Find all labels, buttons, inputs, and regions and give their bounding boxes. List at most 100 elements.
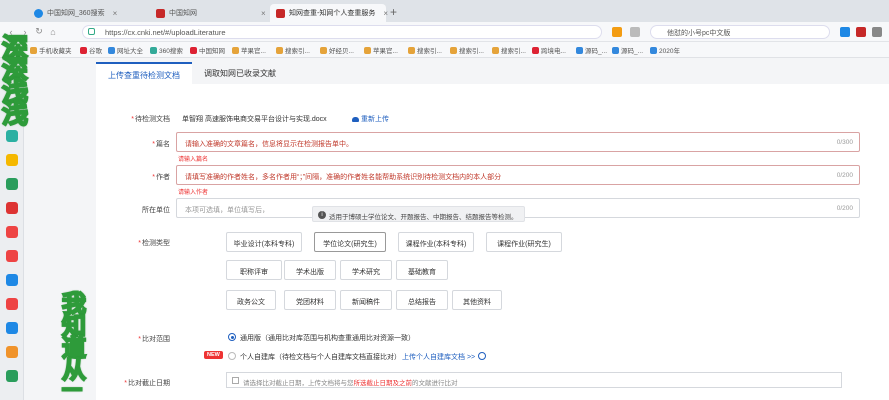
browser-tab-active[interactable]: 知网查重-知网个人查重服务 ×: [270, 4, 388, 22]
sidebar-app-icon[interactable]: [6, 226, 18, 238]
folder-icon: [30, 46, 37, 54]
title-input[interactable]: 请输入准确的文章篇名，信息将显示在检测报告单中。 0/300: [176, 132, 860, 152]
extension-icon[interactable]: [840, 27, 850, 37]
new-tab-button[interactable]: +: [390, 5, 397, 19]
cnki-icon: [156, 8, 165, 18]
star-icon[interactable]: [6, 154, 18, 166]
sidebar-app-icon[interactable]: [6, 346, 18, 358]
type-option[interactable]: 职称评审: [226, 260, 282, 280]
title-char-count: 0/300: [836, 139, 853, 146]
type-option[interactable]: 学术出版: [284, 260, 336, 280]
type-option[interactable]: 毕业设计(本科专科): [226, 232, 302, 252]
search-input[interactable]: 他怼的小号pc中文版: [650, 25, 830, 39]
date-input[interactable]: 请选择比对截止日期，上传文档将与您所选截止日期及之前的文献进行比对: [226, 372, 842, 388]
sidebar-app-icon[interactable]: [6, 322, 18, 334]
site-icon: [492, 46, 499, 54]
type-option-selected[interactable]: 学位论文(研究生): [314, 232, 386, 252]
bookmark[interactable]: 中国知网: [190, 45, 225, 55]
menu-icon[interactable]: [872, 27, 882, 37]
browser-tab[interactable]: 中国知网 ×: [150, 4, 272, 22]
360-icon: [34, 8, 43, 18]
close-icon[interactable]: ×: [261, 9, 266, 18]
type-option[interactable]: 党团材料: [284, 290, 336, 310]
close-icon[interactable]: ×: [113, 9, 118, 18]
cnki-icon: [190, 46, 197, 54]
bookmark[interactable]: 搜索引...: [450, 45, 484, 55]
bookmark[interactable]: 谷歌: [80, 45, 102, 55]
bookmark[interactable]: 源码_...: [612, 45, 643, 55]
site-icon: [364, 46, 371, 54]
site-icon: [408, 46, 415, 54]
bookmark[interactable]: 苹果官...: [364, 45, 398, 55]
bookmarks-bar: 手机收藏夹 谷歌 网址大全 360搜索 中国知网 苹果官... 搜索引... 好…: [0, 42, 889, 58]
bookmark[interactable]: 搜索引...: [276, 45, 310, 55]
site-icon: [576, 46, 583, 54]
bookmark[interactable]: 360搜索: [150, 45, 183, 55]
page-content: 上传查重待检测文档 调取知网已收录文献 *待检测文档 单智翔 高速服饰电商交易平…: [24, 58, 889, 400]
url-field[interactable]: https://cx.cnki.net/#/uploadLiterature: [82, 25, 602, 39]
browser-tab-bar: 中国知网_360搜索 × 中国知网 × 知网查重-知网个人查重服务 × +: [0, 0, 889, 22]
upload-tabs: 上传查重待检测文档 调取知网已收录文献: [96, 62, 288, 84]
site-icon: [650, 46, 657, 54]
author-error: 请输入作者: [178, 190, 209, 196]
cnki-icon: [276, 8, 285, 18]
new-badge: NEW: [204, 351, 223, 359]
type-option[interactable]: 学术研究: [340, 260, 392, 280]
unit-label: 所在单位: [142, 207, 170, 214]
reupload-button[interactable]: 重新上传: [352, 114, 389, 124]
image-icon[interactable]: [6, 178, 18, 190]
title-label: *篇名: [152, 141, 170, 148]
lightning-icon[interactable]: [612, 27, 622, 37]
bookmark[interactable]: 手机收藏夹: [30, 45, 72, 55]
extension-icon[interactable]: [856, 27, 866, 37]
unit-char-count: 0/200: [836, 205, 853, 212]
type-option[interactable]: 其他资料: [452, 290, 502, 310]
site-icon: [450, 46, 457, 54]
close-icon[interactable]: ×: [383, 9, 388, 18]
type-option[interactable]: 课程作业(研究生): [486, 232, 562, 252]
title-error: 请输入篇名: [178, 157, 209, 163]
lock-icon: [88, 28, 95, 35]
cloud-upload-icon: [352, 116, 359, 122]
help-icon[interactable]: [478, 352, 486, 360]
author-input[interactable]: 请填写准确的作者姓名，多名作者用“；”间隔，准确的作者姓名能帮助系统识别待检测文…: [176, 165, 860, 185]
sidebar-app-icon[interactable]: [6, 250, 18, 262]
bookmark[interactable]: 搜索引...: [492, 45, 526, 55]
upload-form: *待检测文档 单智翔 高速服饰电商交易平台设计与实现.docx 重新上传 *篇名…: [96, 84, 889, 400]
watermark-char: 浅: [1, 100, 29, 130]
sidebar-app-icon[interactable]: [6, 370, 18, 382]
type-option[interactable]: 基础教育: [396, 260, 448, 280]
tab-cnki-literature[interactable]: 调取知网已收录文献: [192, 62, 288, 84]
site-icon: [108, 46, 115, 54]
type-option[interactable]: 课程作业(本科专科): [398, 232, 474, 252]
scope-general-label: 通用版（通用比对库范围与机构查重通用比对资源一致）: [240, 335, 415, 342]
tab-upload-document[interactable]: 上传查重待检测文档: [96, 62, 192, 84]
home-icon[interactable]: ⌂: [46, 27, 60, 37]
sidebar-app-icon[interactable]: [6, 130, 18, 142]
type-option[interactable]: 总结报告: [396, 290, 448, 310]
info-icon: i: [318, 211, 326, 219]
bookmark[interactable]: 苹果官...: [232, 45, 266, 55]
site-icon: [150, 46, 157, 54]
file-name: 单智翔 高速服饰电商交易平台设计与实现.docx: [182, 116, 327, 123]
dropdown-icon[interactable]: [630, 27, 640, 37]
type-option[interactable]: 政务公文: [226, 290, 276, 310]
sidebar-app-icon[interactable]: [6, 202, 18, 214]
bookmark[interactable]: 搜索引...: [408, 45, 442, 55]
browser-tab[interactable]: 中国知网_360搜索 ×: [28, 4, 123, 22]
bookmark[interactable]: 跨境电...: [532, 45, 566, 55]
type-option[interactable]: 新闻稿件: [340, 290, 392, 310]
bookmark[interactable]: 好经贝...: [320, 45, 354, 55]
scope-personal-radio[interactable]: [228, 352, 236, 360]
type-label: *检测类型: [138, 240, 170, 247]
site-icon: [612, 46, 619, 54]
site-icon: [532, 46, 539, 54]
reload-icon[interactable]: ↻: [32, 26, 46, 37]
upload-personal-link[interactable]: 上传个人自建库文档 >>: [402, 352, 475, 362]
bookmark[interactable]: 源码_...: [576, 45, 607, 55]
sidebar-app-icon[interactable]: [6, 298, 18, 310]
bookmark[interactable]: 2020年: [650, 45, 680, 55]
sidebar-app-icon[interactable]: [6, 274, 18, 286]
bookmark[interactable]: 网址大全: [108, 45, 143, 55]
scope-general-radio[interactable]: [228, 333, 236, 341]
